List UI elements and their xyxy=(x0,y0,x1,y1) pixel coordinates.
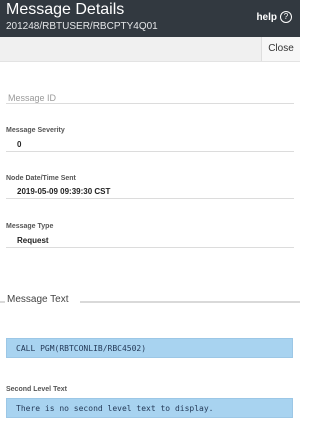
severity-value: 0 xyxy=(17,140,22,149)
type-underline xyxy=(6,247,294,248)
section-line-right xyxy=(80,301,300,303)
sent-underline xyxy=(6,198,294,199)
help-link[interactable]: help ? xyxy=(256,11,292,23)
message-text-box: CALL PGM(RBTCONLIB/RBC4502) xyxy=(6,338,293,358)
severity-underline xyxy=(6,151,294,152)
second-level-label: Second Level Text xyxy=(6,386,67,393)
second-level-text-box: There is no second level text to display… xyxy=(6,398,293,418)
message-id-underline xyxy=(6,103,294,104)
header-bar: Message Details 201248/RBTUSER/RBCPTY4Q0… xyxy=(0,0,300,37)
message-text-section: Message Text xyxy=(0,294,300,308)
page-subtitle: 201248/RBTUSER/RBCPTY4Q01 xyxy=(6,21,158,32)
page-title: Message Details xyxy=(6,1,125,18)
section-line-left xyxy=(0,301,5,303)
close-button[interactable]: Close xyxy=(261,37,300,61)
message-text-title: Message Text xyxy=(7,294,69,305)
help-label: help xyxy=(256,11,277,23)
sent-label: Node Date/Time Sent xyxy=(6,175,76,182)
sent-value: 2019-05-09 09:39:30 CST xyxy=(17,187,111,196)
severity-label: Message Severity xyxy=(6,127,65,134)
type-label: Message Type xyxy=(6,223,54,230)
toolbar: Close xyxy=(0,37,300,62)
message-id-label: Message ID xyxy=(8,93,57,103)
type-value: Request xyxy=(17,236,49,245)
question-circle-icon: ? xyxy=(280,11,292,23)
